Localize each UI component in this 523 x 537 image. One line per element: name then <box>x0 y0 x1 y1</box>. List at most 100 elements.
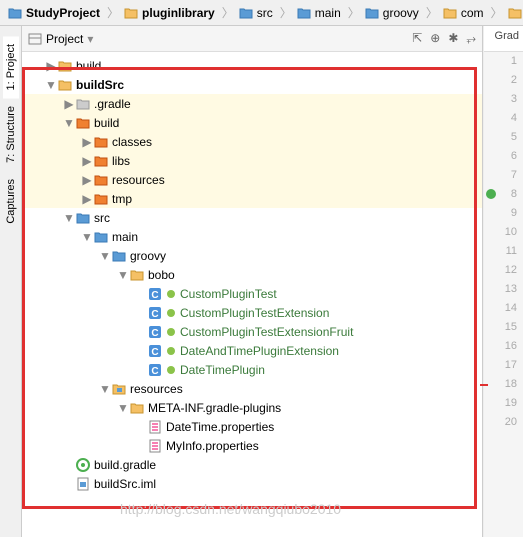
gutter-line-number[interactable]: 18 <box>484 375 523 394</box>
gutter-line-number[interactable]: 16 <box>484 337 523 356</box>
iml-icon <box>76 477 90 491</box>
hide-icon[interactable]: ⥅ <box>466 31 476 46</box>
tree-node[interactable]: ▶resources <box>22 170 482 189</box>
panel-title[interactable]: Project <box>46 32 83 46</box>
breadcrumb-item[interactable]: StudyProject <box>4 4 104 22</box>
gutter-line-number[interactable]: 14 <box>484 299 523 318</box>
tree-node[interactable]: ▶build <box>22 56 482 75</box>
folder-icon <box>124 6 138 20</box>
gutter-line-number[interactable]: 9 <box>484 204 523 223</box>
folder-icon <box>239 6 253 20</box>
groovy-overlay-icon <box>166 346 176 356</box>
tree-twisty-icon[interactable]: ▼ <box>116 401 130 415</box>
tree-twisty-icon[interactable]: ▶ <box>62 97 76 111</box>
class-icon: C <box>148 287 162 301</box>
tree-twisty-icon[interactable]: ▼ <box>62 211 76 225</box>
tree-node[interactable]: ▶classes <box>22 132 482 151</box>
gutter-line-number[interactable]: 5 <box>484 128 523 147</box>
editor-tab[interactable]: Grad <box>484 26 523 52</box>
tree-node-label: DateTimePlugin <box>180 363 265 377</box>
folder-grey-icon <box>76 97 90 111</box>
tree-node[interactable]: ▼ src <box>22 208 482 227</box>
tree-twisty-icon[interactable]: ▼ <box>98 382 112 396</box>
gutter-line-number[interactable]: 12 <box>484 261 523 280</box>
tree-node[interactable]: MyInfo.properties <box>22 436 482 455</box>
dropdown-icon[interactable]: ▾ <box>87 32 93 46</box>
tree-node-label: MyInfo.properties <box>166 439 259 453</box>
gutter-line-number[interactable]: 2 <box>484 71 523 90</box>
tree-node[interactable]: ▼META-INF.gradle-plugins <box>22 398 482 417</box>
breadcrumb-label: src <box>257 6 273 20</box>
editor-gutter: Grad1234567891011121314151617181920 <box>483 26 523 537</box>
tree-node[interactable]: CCustomPluginTestExtensionFruit <box>22 322 482 341</box>
gutter-line-number[interactable]: 8 <box>484 185 523 204</box>
gutter-line-number[interactable]: 1 <box>484 52 523 71</box>
tree-node[interactable]: CCustomPluginTestExtension <box>22 303 482 322</box>
scroll-from-source-icon[interactable]: ⊕ <box>430 31 440 46</box>
prop-icon <box>148 439 162 453</box>
folder-icon <box>297 6 311 20</box>
gutter-line-number[interactable]: 6 <box>484 147 523 166</box>
gutter-line-number[interactable]: 11 <box>484 242 523 261</box>
tree-twisty-icon[interactable]: ▼ <box>98 249 112 263</box>
gutter-line-number[interactable]: 3 <box>484 90 523 109</box>
gutter-line-number[interactable]: 17 <box>484 356 523 375</box>
tree-twisty-icon[interactable]: ▼ <box>80 230 94 244</box>
gutter-line-number[interactable]: 15 <box>484 318 523 337</box>
groovy-overlay-icon <box>166 308 176 318</box>
tree-node[interactable]: CDateAndTimePluginExtension <box>22 341 482 360</box>
tool-window-tab[interactable]: 7: Structure <box>3 98 19 171</box>
tree-node[interactable]: ▶.gradle <box>22 94 482 113</box>
breadcrumb-item[interactable]: pluginlibrary <box>120 4 219 22</box>
tree-node[interactable]: buildSrc.iml <box>22 474 482 493</box>
tree-twisty-icon[interactable]: ▶ <box>80 135 94 149</box>
tree-twisty-icon[interactable]: ▼ <box>44 78 58 92</box>
breadcrumb-separator: 〉 <box>222 4 234 21</box>
breadcrumb-item[interactable]: com <box>439 4 488 22</box>
gutter-line-number[interactable]: 13 <box>484 280 523 299</box>
tree-node[interactable]: build.gradle <box>22 455 482 474</box>
tree-node-label: src <box>94 211 110 225</box>
breadcrumb-label: pluginlibrary <box>142 6 215 20</box>
tree-twisty-icon[interactable]: ▶ <box>80 173 94 187</box>
tree-twisty-icon[interactable]: ▶ <box>80 192 94 206</box>
tree-node-label: groovy <box>130 249 166 263</box>
breadcrumb-item[interactable]: src <box>235 4 277 22</box>
tree-node[interactable]: ▼ build <box>22 113 482 132</box>
tree-twisty-icon[interactable]: ▶ <box>44 59 58 73</box>
tree-node[interactable]: DateTime.properties <box>22 417 482 436</box>
breadcrumb-item[interactable]: main <box>293 4 345 22</box>
tool-window-tab[interactable]: 1: Project <box>3 36 19 98</box>
tree-twisty-icon[interactable]: ▼ <box>62 116 76 130</box>
breadcrumb-item[interactable]: groovy <box>361 4 423 22</box>
gutter-line-number[interactable]: 7 <box>484 166 523 185</box>
tree-node[interactable]: ▶tmp <box>22 189 482 208</box>
gutter-line-number[interactable]: 4 <box>484 109 523 128</box>
tree-node[interactable]: CCustomPluginTest <box>22 284 482 303</box>
class-icon: C <box>148 306 162 320</box>
class-icon: C <box>148 344 162 358</box>
project-tree[interactable]: ▶build▼buildSrc▶.gradle ▼ build ▶classes▶li… <box>22 52 482 537</box>
tree-twisty-icon[interactable]: ▶ <box>80 154 94 168</box>
folder-orange-icon <box>76 116 90 130</box>
tree-node[interactable]: ▶libs <box>22 151 482 170</box>
tree-node-label: build <box>94 116 119 130</box>
tree-node[interactable]: CDateTimePlugin <box>22 360 482 379</box>
tree-twisty-icon[interactable]: ▼ <box>116 268 130 282</box>
tree-node[interactable]: ▼bobo <box>22 265 482 284</box>
tree-node[interactable]: ▼ groovy <box>22 246 482 265</box>
gutter-run-icon[interactable] <box>486 189 496 199</box>
tree-node-label: CustomPluginTestExtensionFruit <box>180 325 353 339</box>
collapse-all-icon[interactable]: ⇱ <box>412 31 422 46</box>
gutter-line-number[interactable]: 19 <box>484 394 523 413</box>
tool-window-tab[interactable]: Captures <box>3 171 19 232</box>
breadcrumb-item[interactable]: bobo <box>504 4 523 22</box>
settings-icon[interactable]: ✱ <box>448 31 458 46</box>
error-stripe-icon[interactable] <box>480 384 488 386</box>
tree-node[interactable]: ▼resources <box>22 379 482 398</box>
gutter-line-number[interactable]: 10 <box>484 223 523 242</box>
tree-node[interactable]: ▼main <box>22 227 482 246</box>
tree-node[interactable]: ▼buildSrc <box>22 75 482 94</box>
gutter-line-number[interactable]: 20 <box>484 413 523 432</box>
folder-icon <box>8 6 22 20</box>
